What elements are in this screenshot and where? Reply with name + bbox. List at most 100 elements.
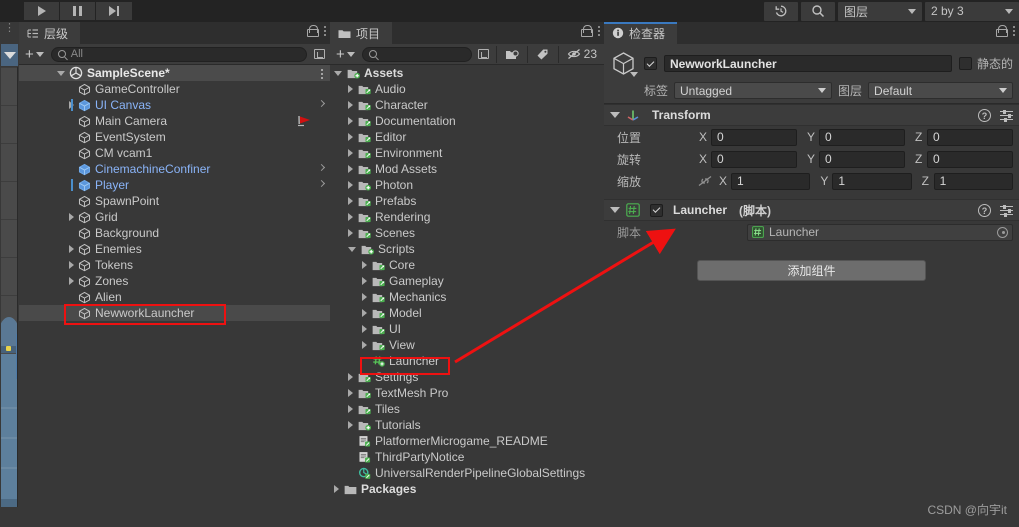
hierarchy-item-background[interactable]: Background: [19, 225, 330, 241]
hierarchy-item-enemies[interactable]: Enemies: [19, 241, 330, 257]
transform-旋转-x[interactable]: 0: [711, 150, 797, 168]
triangle-right-icon[interactable]: [348, 181, 353, 189]
project-item-tiles[interactable]: Tiles: [330, 401, 604, 417]
project-item-assets[interactable]: Assets: [330, 65, 604, 81]
triangle-right-icon[interactable]: [348, 85, 353, 93]
project-filter-label-button[interactable]: [532, 47, 554, 62]
triangle-right-icon[interactable]: [348, 133, 353, 141]
triangle-right-icon[interactable]: [348, 149, 353, 157]
hierarchy-search-input[interactable]: All: [50, 46, 307, 62]
triangle-right-icon[interactable]: [348, 421, 353, 429]
lock-icon[interactable]: [307, 25, 319, 37]
launcher-component-header[interactable]: Launcher (脚本) ?: [604, 199, 1019, 221]
transform-缩放-y[interactable]: 1: [832, 172, 912, 190]
project-item-textmesh-pro[interactable]: TextMesh Pro: [330, 385, 604, 401]
triangle-right-icon[interactable]: [348, 101, 353, 109]
chevron-right-icon[interactable]: [317, 163, 326, 172]
triangle-down-icon[interactable]: [57, 70, 65, 76]
project-item-thirdpartynotice[interactable]: ThirdPartyNotice: [330, 449, 604, 465]
project-item-universalrenderpipelineglobalsettings[interactable]: UniversalRenderPipelineGlobalSettings: [330, 465, 604, 481]
chevron-right-icon[interactable]: [317, 99, 326, 108]
triangle-right-icon[interactable]: [348, 229, 353, 237]
project-item-ui[interactable]: UI: [330, 321, 604, 337]
project-search-input[interactable]: [361, 46, 472, 62]
triangle-right-icon[interactable]: [362, 341, 367, 349]
triangle-right-icon[interactable]: [348, 405, 353, 413]
project-item-scenes[interactable]: Scenes: [330, 225, 604, 241]
help-icon[interactable]: ?: [978, 204, 991, 217]
triangle-right-icon[interactable]: [348, 389, 353, 397]
hierarchy-tree[interactable]: SampleScene* GameController UI Canvas Ma…: [19, 65, 330, 527]
triangle-right-icon[interactable]: [348, 117, 353, 125]
project-item-core[interactable]: Core: [330, 257, 604, 273]
lock-icon[interactable]: [581, 25, 593, 37]
step-button[interactable]: [96, 2, 132, 20]
kebab-menu-icon[interactable]: [598, 26, 600, 36]
project-item-settings[interactable]: Settings: [330, 369, 604, 385]
tab-project[interactable]: 项目: [330, 22, 393, 44]
chevron-right-icon[interactable]: [317, 179, 326, 188]
project-item-prefabs[interactable]: Prefabs: [330, 193, 604, 209]
triangle-right-icon[interactable]: [69, 277, 74, 285]
transform-位置-z[interactable]: 0: [927, 128, 1013, 146]
project-expand-button[interactable]: [476, 47, 492, 62]
transform-缩放-x[interactable]: 1: [731, 172, 811, 190]
static-checkbox[interactable]: [958, 57, 972, 70]
pause-button[interactable]: [60, 2, 96, 20]
project-filter-type-button[interactable]: [501, 47, 523, 62]
transform-位置-x[interactable]: 0: [711, 128, 797, 146]
scene-panel-menu[interactable]: ⋮: [4, 23, 15, 34]
project-create-button[interactable]: +: [333, 46, 358, 63]
scene-viewport[interactable]: [1, 67, 18, 527]
triangle-right-icon[interactable]: [69, 213, 74, 221]
hierarchy-item-cinemachineconfiner[interactable]: CinemachineConfiner: [19, 161, 330, 177]
triangle-right-icon[interactable]: [69, 245, 74, 253]
hierarchy-item-eventsystem[interactable]: EventSystem: [19, 129, 330, 145]
project-tree[interactable]: Assets Audio Character Documentation Edi…: [330, 65, 604, 527]
tab-inspector[interactable]: 检查器: [604, 22, 678, 44]
kebab-menu-icon[interactable]: [1013, 26, 1015, 36]
hierarchy-item-main-camera[interactable]: Main Camera: [19, 113, 330, 129]
hierarchy-item-spawnpoint[interactable]: SpawnPoint: [19, 193, 330, 209]
preset-icon[interactable]: [1000, 204, 1013, 218]
play-button[interactable]: [24, 2, 60, 20]
project-item-tutorials[interactable]: Tutorials: [330, 417, 604, 433]
project-item-platformermicrogame-readme[interactable]: PlatformerMicrogame_README: [330, 433, 604, 449]
hierarchy-scene-row[interactable]: SampleScene*: [19, 65, 330, 81]
triangle-right-icon[interactable]: [362, 293, 367, 301]
project-item-character[interactable]: Character: [330, 97, 604, 113]
triangle-down-icon[interactable]: [334, 70, 342, 76]
object-picker-icon[interactable]: [997, 226, 1008, 238]
triangle-right-icon[interactable]: [362, 325, 367, 333]
hierarchy-item-newworklauncher[interactable]: NewworkLauncher: [19, 305, 330, 321]
triangle-right-icon[interactable]: [348, 213, 353, 221]
transform-旋转-y[interactable]: 0: [819, 150, 905, 168]
project-item-view[interactable]: View: [330, 337, 604, 353]
layers-dropdown[interactable]: 图层: [838, 1, 922, 21]
gameobject-name-input[interactable]: NewworkLauncher: [664, 55, 952, 72]
search-button[interactable]: [801, 1, 835, 21]
hierarchy-create-button[interactable]: +: [22, 46, 47, 63]
kebab-menu-icon[interactable]: [324, 26, 326, 36]
triangle-right-icon[interactable]: [334, 485, 339, 493]
project-item-scripts[interactable]: Scripts: [330, 241, 604, 257]
project-item-photon[interactable]: Photon: [330, 177, 604, 193]
kebab-menu-icon[interactable]: [321, 69, 323, 79]
triangle-down-icon[interactable]: [610, 207, 620, 213]
hierarchy-item-tokens[interactable]: Tokens: [19, 257, 330, 273]
transform-位置-y[interactable]: 0: [819, 128, 905, 146]
hierarchy-item-zones[interactable]: Zones: [19, 273, 330, 289]
help-icon[interactable]: ?: [978, 109, 991, 122]
triangle-right-icon[interactable]: [362, 277, 367, 285]
lock-icon[interactable]: [996, 25, 1008, 37]
scene-tool-button[interactable]: [1, 44, 18, 66]
preset-icon[interactable]: [1000, 109, 1013, 123]
triangle-right-icon[interactable]: [69, 261, 74, 269]
project-item-audio[interactable]: Audio: [330, 81, 604, 97]
hierarchy-item-grid[interactable]: Grid: [19, 209, 330, 225]
project-item-mechanics[interactable]: Mechanics: [330, 289, 604, 305]
hierarchy-item-gamecontroller[interactable]: GameController: [19, 81, 330, 97]
triangle-right-icon[interactable]: [348, 373, 353, 381]
launcher-enabled-checkbox[interactable]: [650, 203, 663, 217]
tag-dropdown[interactable]: Untagged: [674, 82, 833, 99]
